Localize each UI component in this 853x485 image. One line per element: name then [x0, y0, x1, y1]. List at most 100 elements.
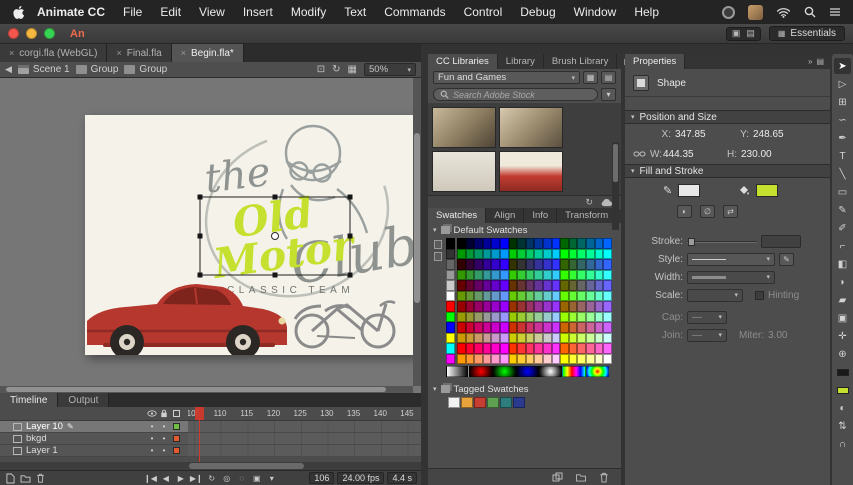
swatch[interactable]	[603, 322, 612, 333]
menu-item-control[interactable]: Control	[455, 5, 512, 19]
timeline-scrollbar[interactable]	[0, 462, 421, 470]
tab-close-icon[interactable]: ×	[9, 48, 14, 58]
swatch[interactable]	[474, 280, 483, 291]
swatch[interactable]	[509, 291, 518, 302]
swatch[interactable]	[517, 238, 526, 249]
swatch[interactable]	[446, 301, 455, 312]
tagged-swatch[interactable]	[513, 397, 525, 408]
playhead-line[interactable]	[199, 407, 200, 462]
swatch[interactable]	[474, 312, 483, 323]
swatch[interactable]	[543, 238, 552, 249]
swatch[interactable]	[500, 333, 509, 344]
swatch[interactable]	[474, 238, 483, 249]
motorcycle-photo-1[interactable]	[432, 107, 496, 148]
swatch[interactable]	[534, 249, 543, 260]
subselection-tool[interactable]: ▷	[834, 76, 851, 92]
swatch[interactable]	[509, 301, 518, 312]
swatch[interactable]	[603, 333, 612, 344]
swap-colors-icon[interactable]: ⇄	[723, 205, 738, 218]
gray-linear-swatch[interactable]	[446, 366, 469, 377]
menu-item-insert[interactable]: Insert	[234, 5, 282, 19]
scale-select[interactable]: ▾	[687, 289, 743, 302]
apple-menu-icon[interactable]	[12, 5, 27, 20]
swatch[interactable]	[509, 322, 518, 333]
swatch[interactable]	[483, 343, 492, 354]
swatch[interactable]	[595, 280, 604, 291]
swatch[interactable]	[526, 270, 535, 281]
swatch[interactable]	[552, 280, 561, 291]
tab-library[interactable]: Library	[498, 54, 544, 69]
swatch[interactable]	[552, 291, 561, 302]
control-center-icon[interactable]	[829, 7, 841, 17]
stroke-style-select[interactable]: ▾	[687, 253, 775, 266]
motorcycle-sketch[interactable]	[432, 151, 496, 192]
swatch[interactable]	[474, 343, 483, 354]
adobe-stock-search-input[interactable]: Search Adobe Stock	[433, 88, 598, 101]
swatch[interactable]	[491, 291, 500, 302]
swatch[interactable]	[483, 301, 492, 312]
swatch[interactable]	[560, 249, 569, 260]
canvas-vertical-scrollbar[interactable]	[413, 78, 421, 386]
swatch[interactable]	[509, 312, 518, 323]
swatch[interactable]	[586, 354, 595, 365]
swatch[interactable]	[466, 301, 475, 312]
swatch-doc-icon[interactable]	[434, 252, 442, 261]
swatch[interactable]	[577, 270, 586, 281]
rainbow-radial-swatch[interactable]	[586, 366, 609, 377]
swatch[interactable]	[577, 333, 586, 344]
swatch[interactable]	[552, 312, 561, 323]
swatch[interactable]	[577, 249, 586, 260]
free-transform-tool[interactable]: ⊞	[834, 94, 851, 110]
spotlight-search-icon[interactable]	[804, 6, 816, 18]
h-value[interactable]: 230.00	[741, 149, 795, 160]
pasteboard[interactable]: the Club Old Motor CLASSIC TEAM	[0, 78, 421, 393]
swatch[interactable]	[457, 301, 466, 312]
layer-lock-dot[interactable]: •	[158, 434, 170, 443]
swatch[interactable]	[517, 333, 526, 344]
swatch[interactable]	[595, 249, 604, 260]
swatch[interactable]	[483, 270, 492, 281]
menu-item-view[interactable]: View	[190, 5, 234, 19]
back-arrow-icon[interactable]: ◀	[5, 64, 12, 75]
swatch[interactable]	[586, 249, 595, 260]
paint-bucket-tool[interactable]: ◧	[834, 256, 851, 272]
swatch[interactable]	[446, 343, 455, 354]
stage[interactable]: the Club Old Motor CLASSIC TEAM	[85, 115, 415, 355]
swatch[interactable]	[483, 238, 492, 249]
swatch[interactable]	[517, 270, 526, 281]
swatch[interactable]	[466, 280, 475, 291]
swatch[interactable]	[466, 333, 475, 344]
pen-tool[interactable]: ✒	[834, 130, 851, 146]
swatch[interactable]	[474, 354, 483, 365]
swatch[interactable]	[500, 280, 509, 291]
delete-layer-button[interactable]	[34, 472, 46, 484]
layer-visibility-dot[interactable]: •	[146, 446, 158, 455]
tagged-swatch[interactable]	[487, 397, 499, 408]
red-radial-swatch[interactable]	[469, 366, 492, 377]
swatch[interactable]	[569, 291, 578, 302]
swatch[interactable]	[595, 259, 604, 270]
layer-lock-dot[interactable]: •	[158, 446, 170, 455]
swatch[interactable]	[560, 259, 569, 270]
camera-tool[interactable]: ▣	[834, 310, 851, 326]
swatch[interactable]	[595, 301, 604, 312]
tagged-swatch[interactable]	[461, 397, 473, 408]
slider-knob[interactable]	[688, 238, 695, 246]
layer-outline-chip[interactable]	[170, 422, 182, 431]
swatch[interactable]	[491, 280, 500, 291]
swatch[interactable]	[603, 301, 612, 312]
swatch[interactable]	[466, 343, 475, 354]
swatch[interactable]	[517, 249, 526, 260]
swatch[interactable]	[603, 343, 612, 354]
swatch[interactable]	[509, 333, 518, 344]
swatch[interactable]	[577, 291, 586, 302]
swatch[interactable]	[483, 259, 492, 270]
swatch[interactable]	[466, 249, 475, 260]
swatch[interactable]	[560, 238, 569, 249]
tab-properties[interactable]: Properties	[625, 54, 685, 69]
swatch[interactable]	[552, 259, 561, 270]
transform-point[interactable]	[272, 233, 279, 240]
tab-cc-libraries[interactable]: CC Libraries	[428, 54, 498, 69]
swatch[interactable]	[552, 270, 561, 281]
default-colors-button[interactable]: ◐	[834, 400, 851, 416]
